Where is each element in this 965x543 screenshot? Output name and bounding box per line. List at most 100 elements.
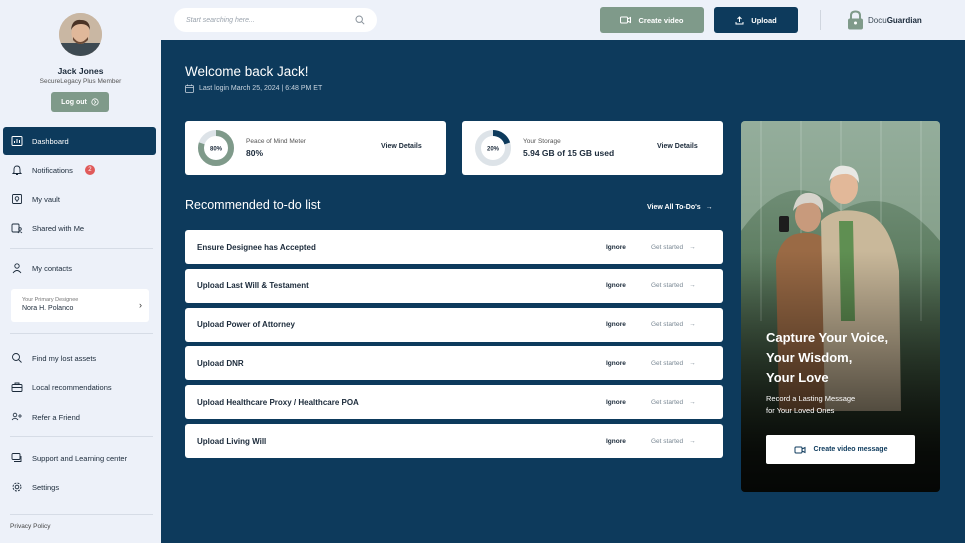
brand-suffix: Guardian: [886, 15, 922, 25]
create-video-label: Create video: [638, 15, 684, 25]
ignore-button[interactable]: Ignore: [606, 399, 651, 406]
upload-icon: [735, 15, 744, 24]
todo-row[interactable]: Ensure Designee has Accepted Ignore Get st…: [185, 230, 723, 264]
primary-designee-card[interactable]: Your Primary Designee Nora H. Polanco ›: [11, 289, 149, 322]
ring-label: 80%: [210, 147, 223, 153]
view-all-label: View All To-Do's: [647, 204, 701, 211]
sidebar-item-label: Notifications: [32, 165, 73, 175]
get-started-button[interactable]: Get started →: [651, 282, 723, 289]
brand-prefix: Docu: [868, 15, 887, 25]
sidebar-item-refer[interactable]: Refer a Friend: [3, 403, 156, 431]
ignore-button[interactable]: Ignore: [606, 360, 651, 367]
todo-row[interactable]: Upload DNR Ignore Get started →: [185, 346, 723, 381]
sidebar-item-lost-assets[interactable]: Find my lost assets: [3, 344, 156, 372]
sidebar-item-label: My vault: [32, 194, 60, 204]
brand-logo: Docu Guardian: [847, 10, 922, 30]
get-started-label: Get started: [651, 359, 684, 367]
get-started-button[interactable]: Get started →: [651, 360, 723, 367]
chevron-right-icon: ›: [139, 300, 142, 310]
sidebar-item-contacts[interactable]: My contacts: [3, 254, 156, 282]
briefcase-icon: [11, 382, 23, 392]
privacy-policy-link[interactable]: Privacy Policy: [10, 523, 50, 530]
last-login: Last login March 25, 2024 | 6:48 PM ET: [185, 84, 322, 93]
video-camera-icon: [794, 446, 806, 453]
shared-icon: [11, 223, 23, 234]
promo-card: Capture Your Voice, Your Wisdom, Your Lo…: [741, 121, 940, 492]
todo-title: Upload Healthcare Proxy / Healthcare POA: [197, 397, 359, 407]
stat-label: Your Storage: [523, 138, 561, 145]
todo-section-title: Recommended to-do list: [185, 198, 321, 212]
sidebar-item-label: Shared with Me: [32, 223, 85, 233]
get-started-button[interactable]: Get started →: [651, 321, 723, 328]
progress-ring: 20%: [475, 130, 511, 166]
padlock-logo-icon: [848, 10, 863, 30]
arrow-right-icon: →: [689, 437, 696, 445]
stat-value: 80%: [246, 148, 264, 158]
todo-title: Ensure Designee has Accepted: [197, 242, 316, 252]
search-dollar-icon: [12, 353, 22, 363]
topbar: Start searching here... Create video Upl…: [161, 0, 965, 40]
storage-card: 20% Your Storage 5.94 GB of 15 GB used V…: [462, 121, 723, 175]
view-all-todos-link[interactable]: View All To-Do's →: [647, 204, 713, 211]
ignore-button[interactable]: Ignore: [606, 438, 651, 445]
create-video-message-button[interactable]: Create video message: [766, 435, 915, 464]
bell-icon: [11, 165, 23, 175]
search-input[interactable]: Start searching here...: [174, 8, 377, 32]
sidebar-item-vault[interactable]: My vault: [3, 185, 156, 213]
sidebar-item-label: Find my lost assets: [32, 353, 97, 363]
sidebar-item-notifications[interactable]: Notifications 2: [3, 156, 156, 184]
todo-row[interactable]: Upload Healthcare Proxy / Healthcare POA…: [185, 385, 723, 420]
sidebar-item-label: Support and Learning center: [32, 453, 128, 463]
create-video-button[interactable]: Create video: [600, 7, 704, 33]
sidebar-item-label: Local recommendations: [32, 382, 112, 392]
arrow-right-icon: →: [689, 398, 696, 406]
search-placeholder: Start searching here...: [186, 16, 255, 24]
todo-row[interactable]: Upload Power of Attorney Ignore Get starte…: [185, 307, 723, 342]
promo-headline-line: Your Wisdom,: [766, 350, 853, 365]
avatar[interactable]: [59, 13, 102, 56]
sidebar-item-shared[interactable]: Shared with Me: [3, 214, 156, 242]
chat-icon: [11, 453, 22, 462]
notification-count-badge: 2: [84, 165, 95, 175]
ignore-button[interactable]: Ignore: [606, 321, 651, 328]
calendar-icon: [185, 84, 194, 93]
sidebar-divider: [10, 333, 153, 334]
get-started-label: Get started: [651, 437, 684, 445]
todo-title: Upload Living Will: [197, 436, 267, 446]
arrow-right-icon: →: [689, 282, 696, 290]
arrow-right-icon: →: [689, 359, 696, 367]
sidebar-item-support[interactable]: Support and Learning center: [3, 444, 156, 472]
arrow-right-icon: →: [705, 204, 713, 211]
logout-icon: [91, 98, 99, 106]
promo-headline: Capture Your Voice, Your Wisdom, Your Lo…: [766, 328, 931, 388]
search-icon: [355, 15, 365, 25]
avatar-image: [59, 13, 102, 56]
create-video-message-label: Create video message: [813, 446, 888, 453]
todo-row[interactable]: Upload Last Will & Testament Ignore Get st…: [185, 268, 723, 303]
get-started-label: Get started: [651, 321, 684, 329]
contacts-icon: [12, 263, 22, 274]
get-started-button[interactable]: Get started →: [651, 244, 723, 251]
sidebar-item-local[interactable]: Local recommendations: [3, 373, 156, 401]
get-started-button[interactable]: Get started →: [651, 399, 723, 406]
view-details-link[interactable]: View Details: [381, 143, 422, 150]
todo-row[interactable]: Upload Living Will Ignore Get started →: [185, 424, 723, 458]
stat-label: Peace of Mind Meter: [246, 138, 306, 145]
logout-button[interactable]: Log out: [51, 92, 109, 112]
sidebar-divider: [10, 248, 153, 249]
todo-title: Upload Power of Attorney: [197, 320, 295, 330]
ignore-button[interactable]: Ignore: [606, 282, 651, 289]
ignore-button[interactable]: Ignore: [606, 244, 651, 251]
view-details-link[interactable]: View Details: [657, 143, 698, 150]
user-tier: SecureLegacy Plus Member: [39, 78, 122, 85]
ring-label: 20%: [487, 147, 500, 153]
dashboard-icon: [11, 136, 23, 146]
upload-button[interactable]: Upload: [714, 7, 798, 33]
get-started-label: Get started: [651, 398, 684, 406]
arrow-right-icon: →: [689, 243, 696, 251]
promo-headline-line: Your Love: [766, 370, 829, 385]
sidebar-item-settings[interactable]: Settings: [3, 473, 156, 501]
get-started-label: Get started: [651, 243, 684, 251]
sidebar-item-dashboard[interactable]: Dashboard: [3, 127, 156, 155]
get-started-button[interactable]: Get started →: [651, 438, 723, 445]
